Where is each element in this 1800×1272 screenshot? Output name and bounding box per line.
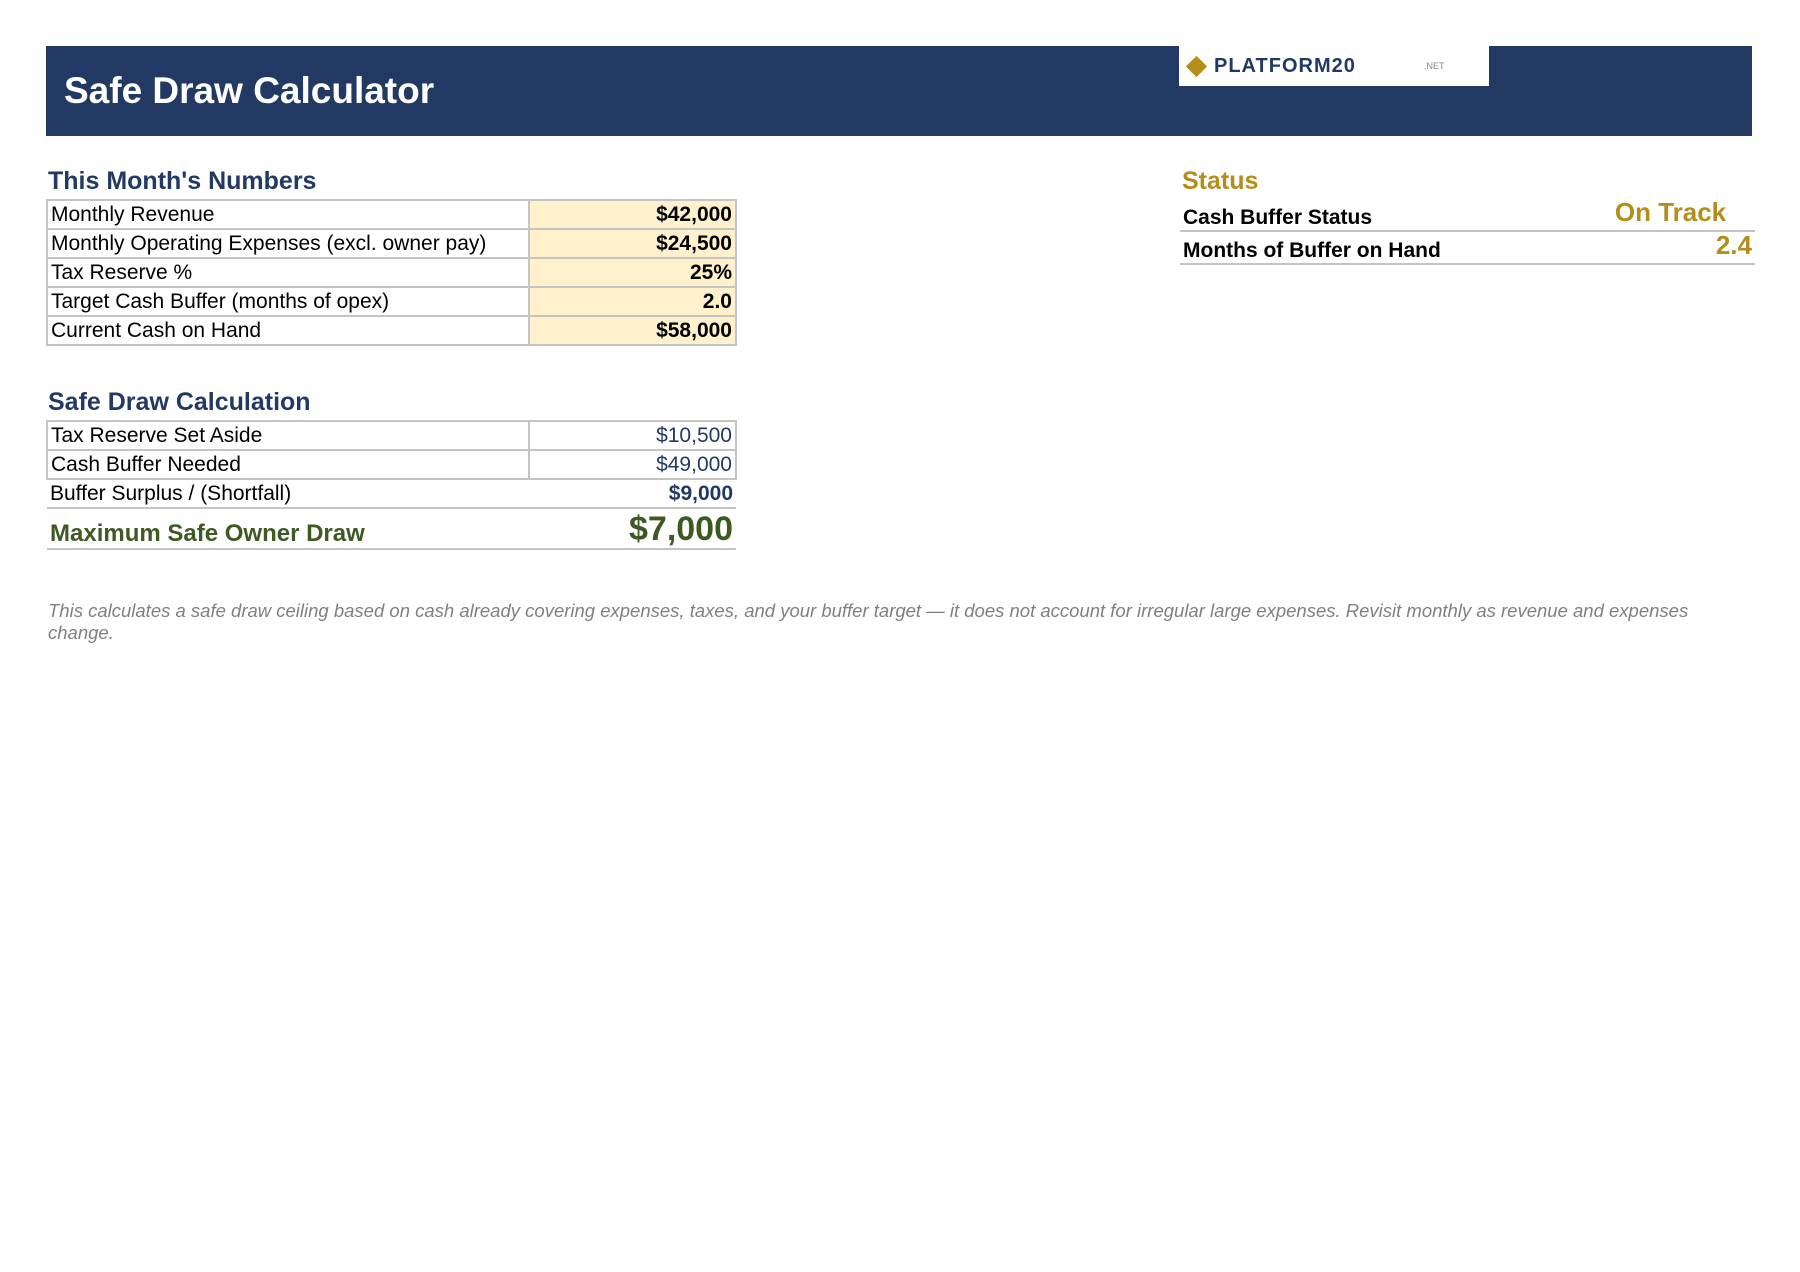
result-label-max-draw: Maximum Safe Owner Draw	[47, 508, 529, 550]
input-label-operating-expenses: Monthly Operating Expenses (excl. owner …	[46, 228, 530, 259]
status-cell-months-buffer[interactable]: 2.4	[1586, 231, 1755, 265]
status-label-buffer-status: Cash Buffer Status	[1180, 199, 1586, 232]
table-row: Monthly Revenue $42,000	[46, 199, 737, 230]
brand-logo: PLATFORM20 .NET	[1179, 46, 1489, 86]
calc-label-buffer-needed: Cash Buffer Needed	[46, 449, 530, 480]
inputs-table: Monthly Revenue $42,000 Monthly Operatin…	[46, 199, 737, 346]
input-label-target-buffer: Target Cash Buffer (months of opex)	[46, 286, 530, 317]
status-table: Cash Buffer Status On Track Months of Bu…	[1180, 199, 1755, 265]
input-cell-cash-on-hand[interactable]: $58,000	[528, 315, 737, 346]
input-cell-target-buffer[interactable]: 2.0	[528, 286, 737, 317]
calc-cell-buffer-needed[interactable]: $49,000	[528, 449, 737, 480]
calculation-section-title: Safe Draw Calculation	[48, 388, 311, 416]
calculation-table: Tax Reserve Set Aside $10,500 Cash Buffe…	[46, 420, 737, 550]
table-row: Current Cash on Hand $58,000	[46, 315, 737, 346]
calc-cell-buffer-surplus[interactable]: $9,000	[529, 479, 736, 509]
table-row: Cash Buffer Status On Track	[1180, 199, 1755, 232]
table-row: Maximum Safe Owner Draw $7,000	[47, 508, 736, 550]
input-cell-operating-expenses[interactable]: $24,500	[528, 228, 737, 259]
inputs-section-title: This Month's Numbers	[48, 167, 317, 195]
table-row: Tax Reserve % 25%	[46, 257, 737, 288]
logo-text: PLATFORM20	[1214, 55, 1356, 77]
calc-cell-tax-reserve[interactable]: $10,500	[528, 420, 737, 451]
table-row: Buffer Surplus / (Shortfall) $9,000	[47, 479, 736, 509]
calc-label-buffer-surplus: Buffer Surplus / (Shortfall)	[47, 479, 529, 509]
header-banner: Safe Draw Calculator PLATFORM20 .NET	[46, 46, 1752, 136]
table-row: Cash Buffer Needed $49,000	[46, 449, 737, 480]
result-cell-max-draw[interactable]: $7,000	[529, 508, 736, 550]
status-label-months-buffer: Months of Buffer on Hand	[1180, 231, 1586, 265]
input-label-cash-on-hand: Current Cash on Hand	[46, 315, 530, 346]
status-cell-buffer-status[interactable]: On Track	[1586, 199, 1755, 232]
footnote: This calculates a safe draw ceiling base…	[48, 600, 1689, 643]
table-row: Tax Reserve Set Aside $10,500	[46, 420, 737, 451]
input-cell-monthly-revenue[interactable]: $42,000	[528, 199, 737, 230]
input-label-monthly-revenue: Monthly Revenue	[46, 199, 530, 230]
table-row: Target Cash Buffer (months of opex) 2.0	[46, 286, 737, 317]
input-cell-tax-reserve[interactable]: 25%	[528, 257, 737, 288]
logo-suffix: .NET	[1424, 61, 1445, 71]
calc-label-tax-reserve: Tax Reserve Set Aside	[46, 420, 530, 451]
table-row: Months of Buffer on Hand 2.4	[1180, 231, 1755, 265]
page-title: Safe Draw Calculator	[64, 70, 435, 111]
diamond-icon	[1185, 55, 1208, 78]
status-section-title: Status	[1182, 167, 1259, 195]
input-label-tax-reserve: Tax Reserve %	[46, 257, 530, 288]
table-row: Monthly Operating Expenses (excl. owner …	[46, 228, 737, 259]
